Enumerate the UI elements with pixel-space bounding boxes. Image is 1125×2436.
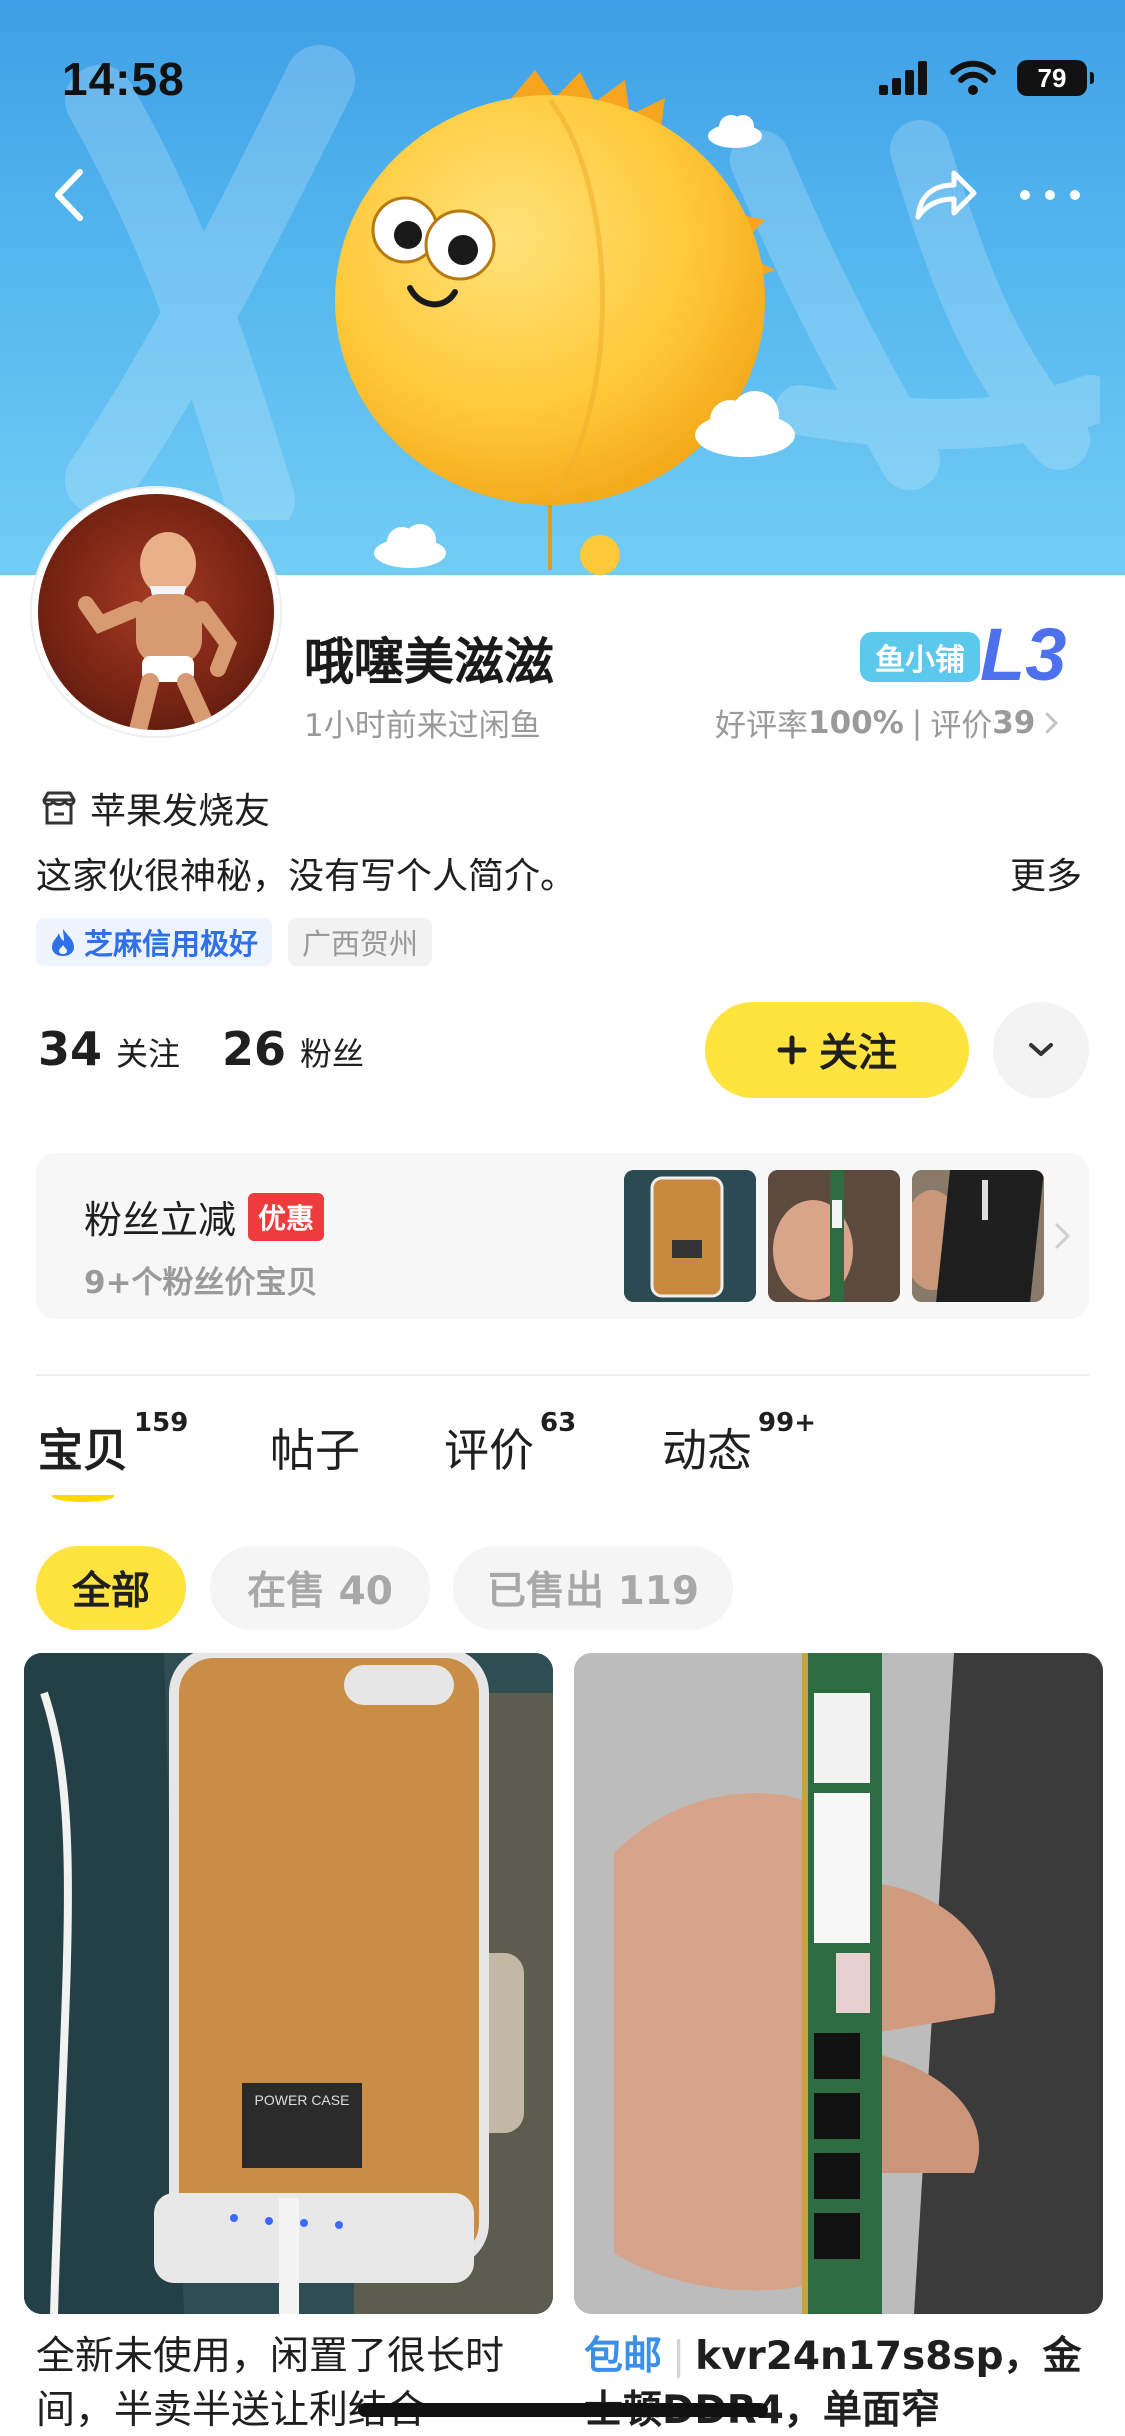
chevron-right-icon [1055,1223,1071,1249]
battery-indicator: 79 [1017,60,1094,96]
last-seen-text: 1小时前来过闲鱼 [304,708,541,744]
fans-item-thumbnail[interactable] [912,1170,1044,1302]
rating-separator: | [911,704,923,741]
tab-activity[interactable]: 动态 99+ [662,1408,816,1479]
case-label-text: POWER CASE [255,2092,350,2108]
tab-count: 99+ [758,1408,816,1438]
tab-label: 帖子 [270,1424,361,1477]
follow-button-label: 关注 [818,1031,897,1076]
rating-label: 好评率 [715,708,808,744]
filter-sold[interactable]: 已售出 119 [453,1546,733,1630]
share-arrow-icon[interactable] [910,165,980,225]
avatar[interactable] [32,488,280,736]
wifi-icon [950,60,996,95]
status-bar: 14:58 79 [0,0,1125,140]
nickname: 哦噻美滋滋 [304,633,554,691]
shop-name-row[interactable]: 苹果发烧友 [40,782,270,834]
power-case-product-photo: POWER CASE [24,1653,553,2314]
kvm-switch-thumbnail-image [912,1170,1044,1302]
filter-all[interactable]: 全部 [36,1546,186,1630]
tab-items[interactable]: 宝贝 159 [38,1408,188,1479]
cloud-decoration [695,391,795,457]
fans-count[interactable]: 26 [222,1022,286,1076]
item-title-row[interactable]: 包邮|kvr24n17s8sp，金士顿DDR4，单面窄 [584,2330,1104,2436]
item-image[interactable] [574,1653,1103,2314]
plus-icon [777,1035,807,1065]
filter-on-sale[interactable]: 在售 40 [210,1546,430,1630]
location-tag: 广西贺州 [288,918,433,966]
tab-reviews[interactable]: 评价 63 [444,1408,576,1479]
follow-button[interactable]: 关注 [705,1002,969,1098]
fans-discount-title: 粉丝立减 [84,1198,237,1242]
fans-discount-subtitle: 9+个粉丝价宝贝 [84,1265,318,1301]
tag-separator: | [672,2334,686,2379]
item-title[interactable]: 全新未使用，闲置了很长时间，半卖半送让利结合 [36,2330,556,2436]
more-dots-icon[interactable] [1015,180,1085,210]
active-tab-underline [52,1490,114,1502]
flame-icon [52,929,74,956]
status-time: 14:58 [62,53,185,105]
fans-item-thumbnail[interactable] [624,1170,756,1302]
fans-discount-title-row: 粉丝立减 优惠 [84,1189,325,1244]
power-case-thumbnail-image [624,1170,756,1302]
shop-badge[interactable]: 鱼小铺 [860,632,980,682]
chevron-down-icon [1029,1043,1053,1056]
chevron-right-icon [1045,712,1059,733]
more-options-button[interactable] [993,1002,1089,1098]
review-label: 评价 [930,708,993,744]
ram-stick-product-photo [574,1653,1103,2314]
tab-label: 动态 [662,1424,753,1477]
avatar-figure-illustration [78,532,238,730]
tab-posts[interactable]: 帖子 [270,1414,360,1479]
fans-discount-card[interactable]: 粉丝立减 优惠 9+个粉丝价宝贝 [36,1153,1089,1319]
bio-more-link[interactable]: 更多 [1010,847,1082,899]
tab-count: 63 [540,1408,577,1438]
tab-label: 宝贝 [38,1424,129,1477]
status-icons: 79 [879,60,1094,96]
credit-tag[interactable]: 芝麻信用极好 [36,918,273,966]
shop-icon [42,791,76,825]
ram-stick-thumbnail-image [768,1170,900,1302]
home-indicator[interactable] [358,2403,768,2417]
shop-name: 苹果发烧友 [90,791,271,832]
free-shipping-tag: 包邮 [584,2334,663,2379]
tab-label: 评价 [444,1424,535,1477]
review-count: 39 [992,704,1036,741]
fans-label[interactable]: 粉丝 [300,1029,364,1075]
back-chevron-left-icon[interactable] [40,160,100,230]
tab-count: 159 [134,1408,189,1438]
bio-text: 这家伙很神秘，没有写个人简介。 [36,856,577,897]
promo-tag: 优惠 [248,1192,325,1241]
rating-value: 100% [808,704,904,741]
item-image[interactable]: POWER CASE [24,1653,553,2314]
section-divider [36,1374,1089,1376]
credit-tag-label: 芝麻信用极好 [84,927,259,961]
fans-item-thumbnail[interactable] [768,1170,900,1302]
following-count[interactable]: 34 [38,1022,102,1076]
cloud-decoration [374,524,446,568]
follow-stats: 34 关注 26 粉丝 [38,1022,392,1076]
shop-level[interactable]: L3 [980,612,1066,697]
rating-summary[interactable]: 好评率 100% | 评价 39 [715,700,1061,745]
following-label[interactable]: 关注 [116,1029,180,1075]
cellular-signal-icon [879,61,927,95]
